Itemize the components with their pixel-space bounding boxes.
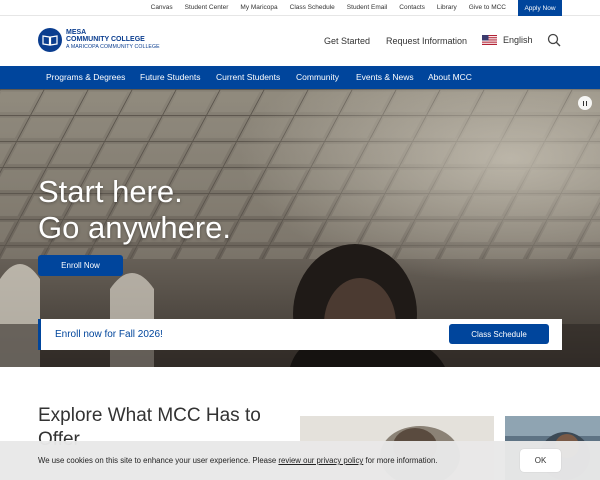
logo-text: MESA COMMUNITY COLLEGE A MARICOPA COMMUN… [66,29,160,50]
nav-programs-degrees[interactable]: Programs & Degrees [46,66,125,89]
get-started-link[interactable]: Get Started [324,36,370,46]
language-selector[interactable]: English [482,35,533,45]
nav-current-students[interactable]: Current Students [216,66,280,89]
utility-link-canvas[interactable]: Canvas [151,0,173,16]
class-schedule-button[interactable]: Class Schedule [449,324,549,344]
cookie-message: We use cookies on this site to enhance y… [38,441,437,480]
utility-link-library[interactable]: Library [437,0,457,16]
utility-link-class-schedule[interactable]: Class Schedule [290,0,335,16]
nav-future-students[interactable]: Future Students [140,66,200,89]
college-logo[interactable]: MESA COMMUNITY COLLEGE A MARICOPA COMMUN… [38,28,160,52]
site-header: MESA COMMUNITY COLLEGE A MARICOPA COMMUN… [0,16,600,66]
logo-line1: MESA [66,29,87,37]
main-nav: Programs & Degrees Future Students Curre… [0,66,600,89]
enroll-now-button[interactable]: Enroll Now [38,255,123,276]
nav-about-mcc[interactable]: About MCC [428,66,472,89]
utility-link-contacts[interactable]: Contacts [399,0,425,16]
logo-line2: COMMUNITY COLLEGE [66,36,145,44]
hero-banner: Start here. Go anywhere. Enroll Now Enro… [0,89,600,367]
utility-link-student-center[interactable]: Student Center [185,0,229,16]
nav-community[interactable]: Community [296,66,339,89]
cookie-text-before: We use cookies on this site to enhance y… [38,456,279,465]
utility-link-my-maricopa[interactable]: My Maricopa [240,0,277,16]
cookie-text-after: for more information. [363,456,438,465]
hero-title-line1: Start here. [38,174,183,209]
us-flag-icon [482,35,497,45]
utility-links: Canvas Student Center My Maricopa Class … [151,0,600,16]
pause-icon [582,100,585,106]
apply-now-button[interactable]: Apply Now [518,0,562,16]
cookie-banner: We use cookies on this site to enhance y… [0,441,600,480]
enroll-strip-text: Enroll now for Fall 2026! [55,329,163,340]
request-info-link[interactable]: Request Information [386,36,467,46]
pause-button[interactable] [578,96,592,110]
enroll-strip: Enroll now for Fall 2026! Class Schedule [38,319,562,350]
utility-link-student-email[interactable]: Student Email [347,0,387,16]
hero-title-line2: Go anywhere. [38,210,231,245]
logo-line3: A MARICOPA COMMUNITY COLLEGE [66,44,160,51]
language-label: English [503,35,533,45]
search-icon[interactable] [547,33,561,47]
privacy-policy-link[interactable]: review our privacy policy [278,456,363,465]
utility-link-give[interactable]: Give to MCC [469,0,506,16]
cookie-ok-button[interactable]: OK [520,449,561,472]
nav-events-news[interactable]: Events & News [356,66,414,89]
utility-bar: Canvas Student Center My Maricopa Class … [0,0,600,16]
logo-book-icon [38,28,62,52]
